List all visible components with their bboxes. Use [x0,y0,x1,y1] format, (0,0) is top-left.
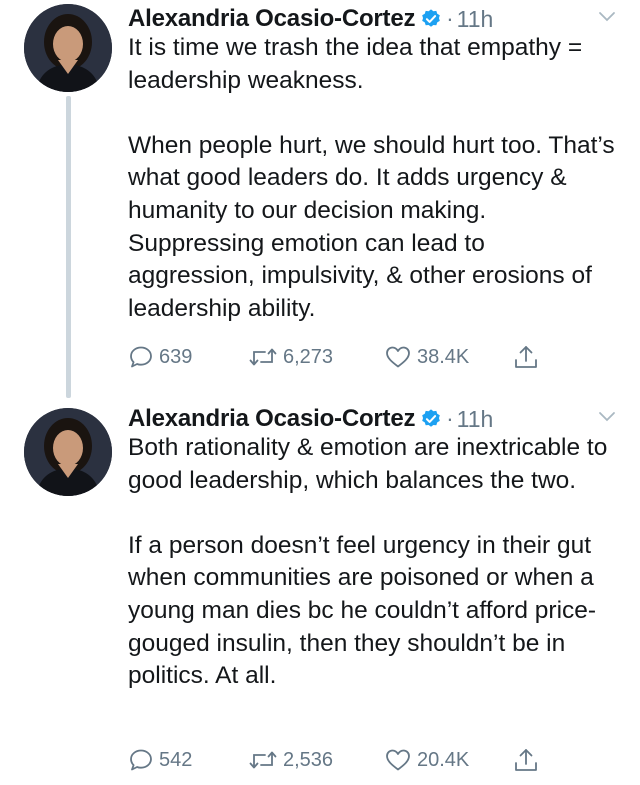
retweet-count: 2,536 [283,748,334,771]
tweet-actions: 542 2,536 20.4K [128,743,548,777]
verified-badge-icon [422,409,441,427]
timestamp[interactable]: 11h [457,6,494,33]
separator-dot: · [446,406,454,431]
tweet-paragraph: If a person doesn’t feel urgency in thei… [128,531,597,690]
tweet[interactable]: Alexandria Ocasio-Cortez · 11h It is tim… [0,0,640,400]
tweet-text: It is time we trash the idea that empath… [128,32,618,325]
reply-count: 639 [159,345,193,368]
speech-bubble-icon [130,346,152,368]
tweet-actions: 639 6,273 38.4K [128,340,548,374]
chevron-down-icon[interactable] [598,10,616,24]
speech-bubble-icon [130,749,152,771]
avatar[interactable] [24,408,112,496]
verified-badge-icon [422,9,441,27]
tweet-header: Alexandria Ocasio-Cortez · 11h [128,404,493,434]
separator-dot: · [446,6,454,31]
retweet-icon [249,751,277,769]
author-name[interactable]: Alexandria Ocasio-Cortez [128,5,415,33]
author-name[interactable]: Alexandria Ocasio-Cortez [128,405,415,433]
share-button[interactable] [512,340,540,374]
reply-button[interactable]: 639 [128,340,192,374]
reply-button[interactable]: 542 [128,743,192,777]
timestamp[interactable]: 11h [457,406,494,433]
share-icon [515,346,537,368]
heart-icon [386,346,410,368]
retweet-icon [249,348,277,366]
tweet-text: Both rationality & emotion are inextrica… [128,432,618,693]
tweet-paragraph: When people hurt, we should hurt too. Th… [128,131,615,322]
chevron-down-icon[interactable] [598,410,616,424]
heart-icon [386,749,410,771]
like-button[interactable]: 20.4K [384,743,469,777]
tweet-header: Alexandria Ocasio-Cortez · 11h [128,4,493,34]
reply-count: 542 [159,748,193,771]
tweet[interactable]: Alexandria Ocasio-Cortez · 11h Both rati… [0,400,640,785]
retweet-button[interactable]: 2,536 [248,743,333,777]
like-count: 38.4K [417,345,470,368]
tweet-paragraph: Both rationality & emotion are inextrica… [128,434,608,494]
retweet-count: 6,273 [283,345,334,368]
retweet-button[interactable]: 6,273 [248,340,333,374]
avatar[interactable] [24,4,112,92]
share-button[interactable] [512,743,540,777]
share-icon [515,749,537,771]
like-button[interactable]: 38.4K [384,340,469,374]
like-count: 20.4K [417,748,470,771]
tweet-paragraph: It is time we trash the idea that empath… [128,34,583,94]
